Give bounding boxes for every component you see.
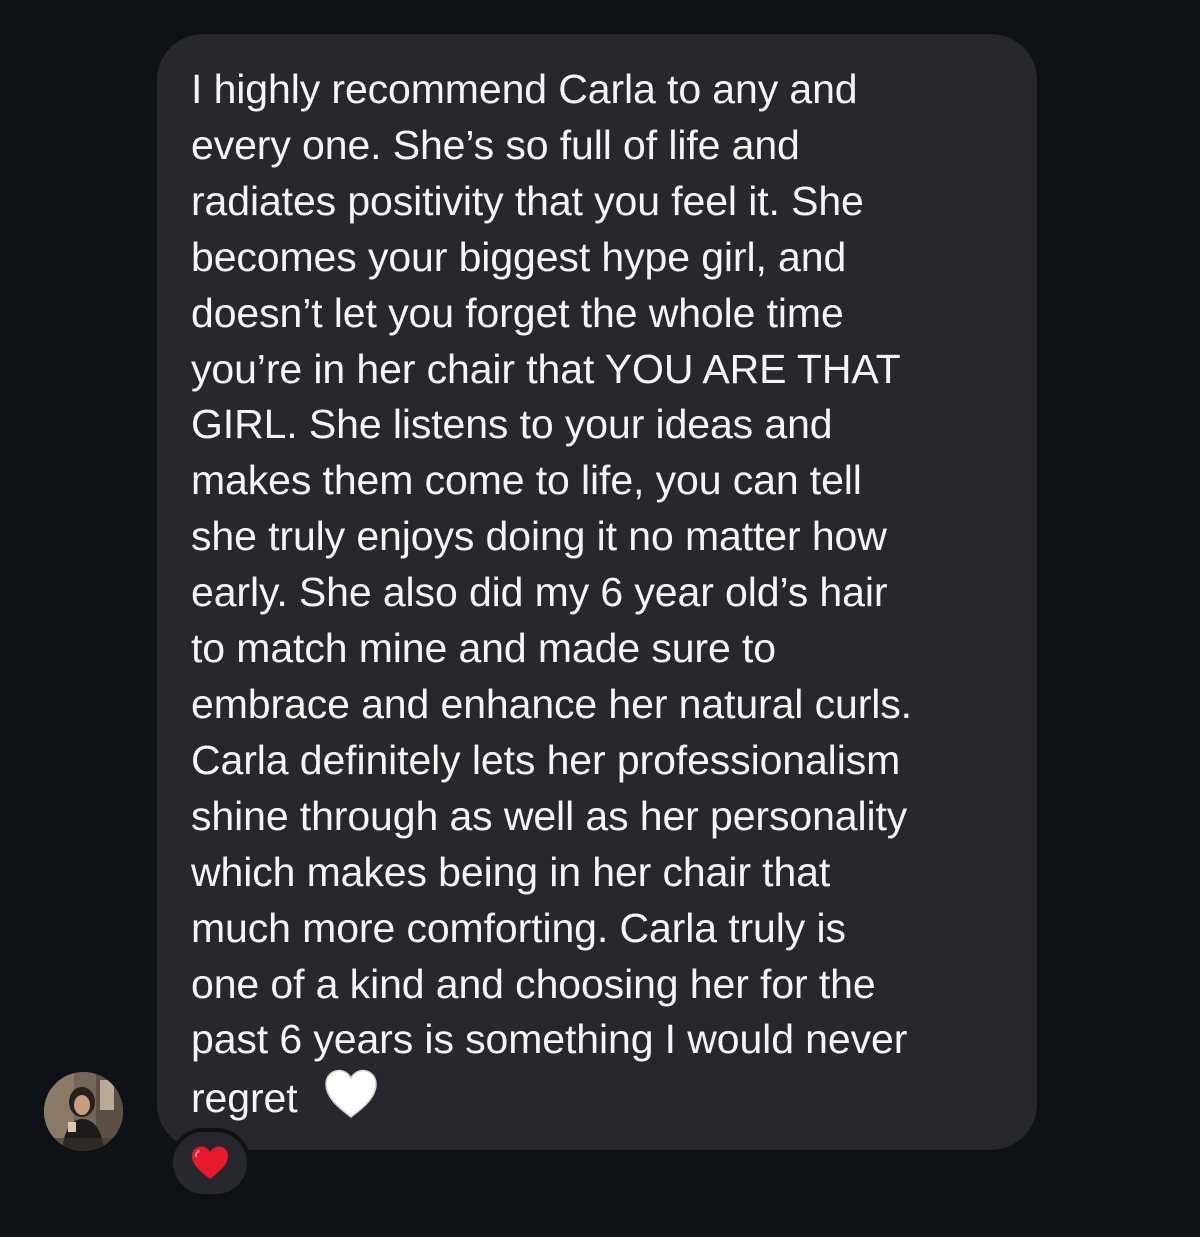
- message-line-text: shine through as well as her personality: [191, 792, 908, 839]
- message-line: makes them come to life, you can tell: [191, 453, 1021, 509]
- message-line: becomes your biggest hype girl, and: [191, 230, 1021, 286]
- sender-avatar[interactable]: [44, 1072, 123, 1151]
- message-line: shine through as well as her personality: [191, 789, 1021, 845]
- message-line: embrace and enhance her natural curls.: [191, 677, 1021, 733]
- message-line: she truly enjoys doing it no matter how: [191, 509, 1021, 565]
- message-line: radiates positivity that you feel it. Sh…: [191, 174, 1021, 230]
- message-line-text: you’re in her chair that YOU ARE THAT: [191, 345, 901, 392]
- message-line: past 6 years is something I would never: [191, 1012, 1021, 1068]
- message-line-text: becomes your biggest hype girl, and: [191, 233, 847, 280]
- message-line-text: which makes being in her chair that: [191, 848, 831, 895]
- message-line-text: radiates positivity that you feel it. Sh…: [191, 177, 864, 224]
- message-line-text: every one. She’s so full of life and: [191, 121, 800, 168]
- reaction-badge[interactable]: [169, 1128, 251, 1198]
- message-line-text: GIRL. She listens to your ideas and: [191, 401, 833, 448]
- message-line: every one. She’s so full of life and: [191, 118, 1021, 174]
- message-text: I highly recommend Carla to any and every…: [191, 62, 1021, 1127]
- message-line: doesn’t let you forget the whole time: [191, 286, 1021, 342]
- message-line: one of a kind and choosing her for the: [191, 957, 1021, 1013]
- message-line-text: regret: [191, 1075, 298, 1122]
- message-line-text: to match mine and made sure to: [191, 625, 776, 672]
- message-line: which makes being in her chair that: [191, 845, 1021, 901]
- message-line-text: doesn’t let you forget the whole time: [191, 289, 844, 336]
- message-line: I highly recommend Carla to any and: [191, 62, 1021, 118]
- message-line-text: I highly recommend Carla to any and: [191, 66, 858, 112]
- message-line-text: embrace and enhance her natural curls.: [191, 680, 912, 727]
- message-line-text: she truly enjoys doing it no matter how: [191, 513, 887, 560]
- message-line: early. She also did my 6 year old’s hair: [191, 565, 1021, 621]
- message-line: Carla definitely lets her professionalis…: [191, 733, 1021, 789]
- message-line: much more comforting. Carla truly is: [191, 901, 1021, 957]
- conversation-view: I highly recommend Carla to any and every…: [0, 0, 1200, 1237]
- message-line: to match mine and made sure to: [191, 621, 1021, 677]
- white-heart-icon: [323, 1068, 379, 1120]
- red-heart-icon: [192, 1146, 228, 1179]
- message-line: regret: [191, 1068, 1021, 1127]
- message-line-text: one of a kind and choosing her for the: [191, 960, 876, 1007]
- message-line-text: much more comforting. Carla truly is: [191, 904, 846, 951]
- message-line-text: Carla definitely lets her professionalis…: [191, 736, 901, 783]
- message-line-text: past 6 years is something I would never: [191, 1016, 908, 1063]
- message-line-text: makes them come to life, you can tell: [191, 457, 862, 504]
- avatar-photo: [44, 1072, 123, 1151]
- message-line: you’re in her chair that YOU ARE THAT: [191, 342, 1021, 398]
- message-line: GIRL. She listens to your ideas and: [191, 397, 1021, 453]
- message-line-text: early. She also did my 6 year old’s hair: [191, 569, 888, 616]
